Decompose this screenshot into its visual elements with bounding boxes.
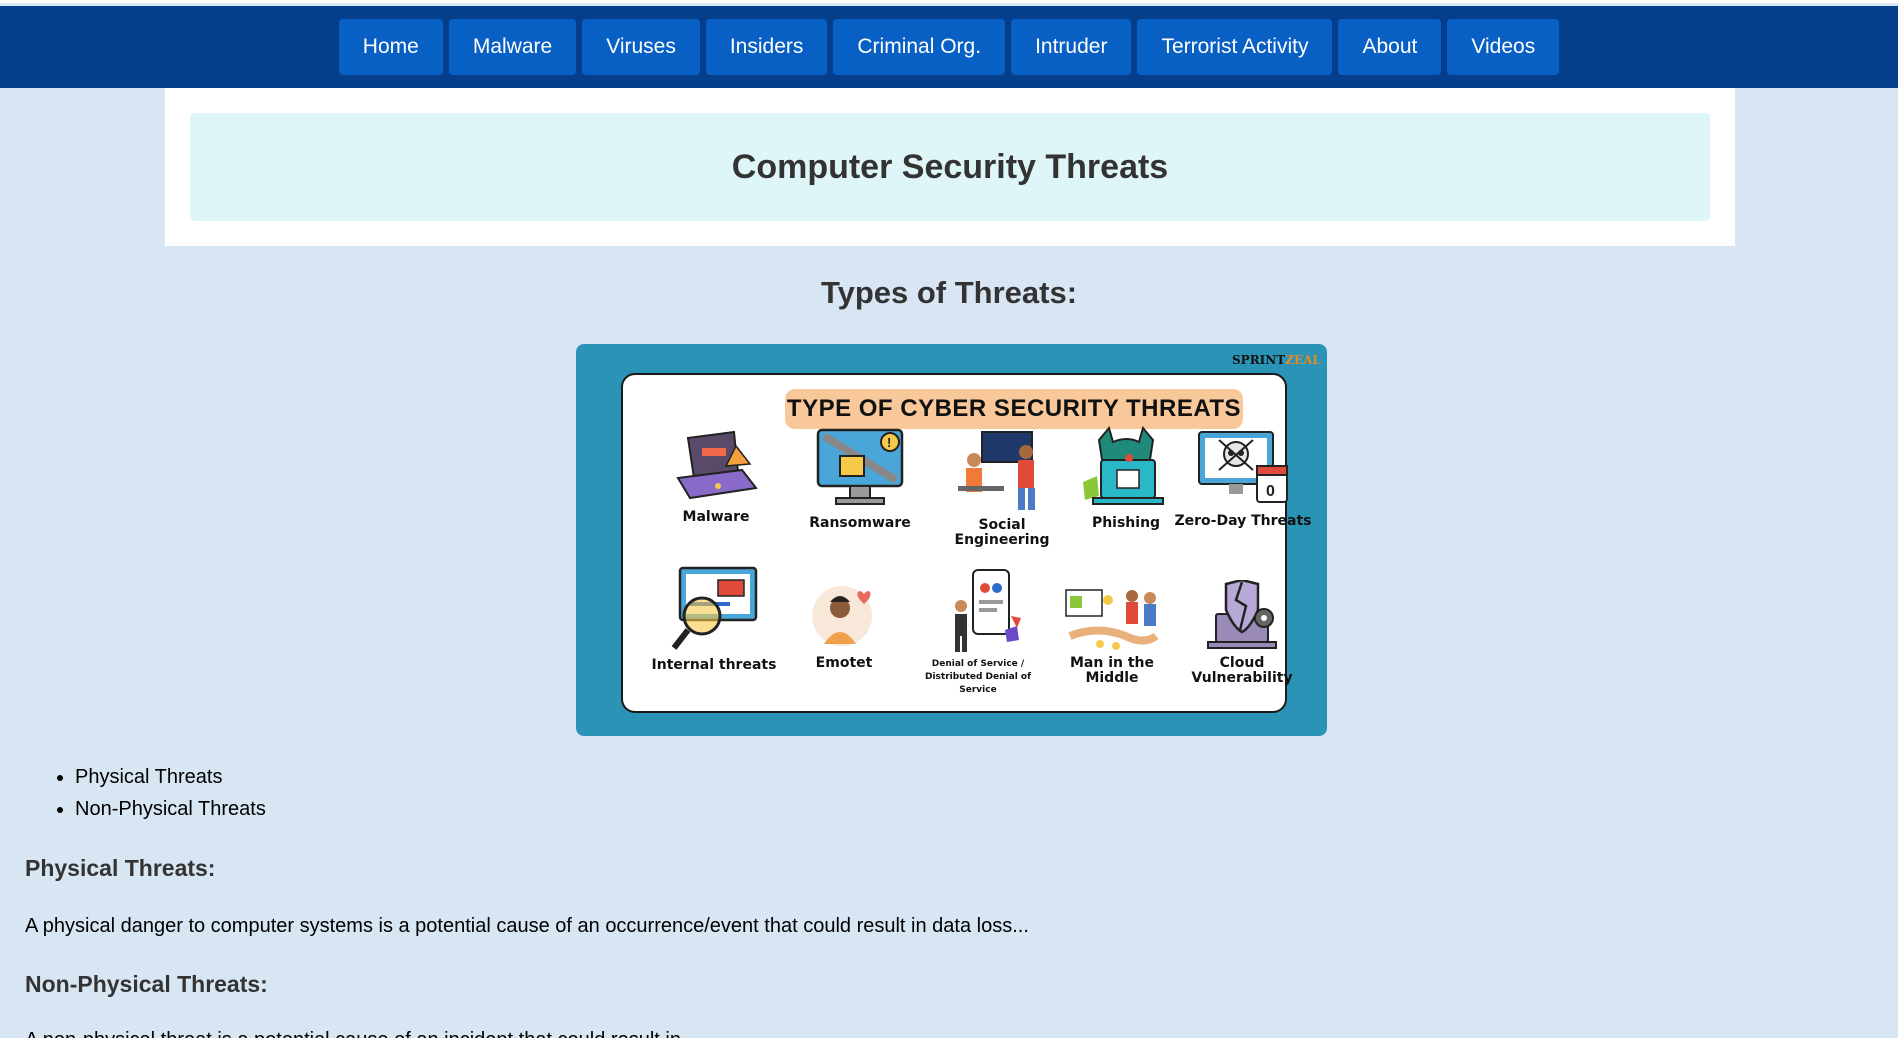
threat-cloud-vulnerability: Cloud Vulnerability (1172, 580, 1312, 686)
list-item: Non-Physical Threats (75, 797, 266, 829)
top-navbar: Home Malware Viruses Insiders Criminal O… (0, 6, 1898, 88)
laptop-malware-icon (676, 430, 758, 500)
monitor-chain-lock-icon: ! (816, 428, 904, 505)
list-item: Physical Threats (75, 765, 266, 797)
hacker-laptop-icon (1083, 426, 1164, 505)
threats-infographic: TYPE OF CYBER SECURITY THREATS SPRINTZEA… (576, 344, 1327, 736)
skull-monitor-calendar-icon: 0 (1198, 431, 1288, 503)
nav-malware[interactable]: Malware (448, 19, 577, 75)
threat-malware: Malware (646, 426, 786, 525)
nav-insiders[interactable]: Insiders (705, 19, 828, 75)
broken-shield-laptop-icon (1207, 580, 1277, 649)
section-heading: Types of Threats: (820, 275, 1078, 310)
brand-logo: SPRINTZEAL (1232, 353, 1321, 367)
phone-user-icon (955, 569, 1021, 652)
magnifier-monitor-bug-icon (671, 566, 758, 650)
threat-zero-day: 0 Zero-Day Threats (1173, 428, 1313, 529)
nav-about[interactable]: About (1338, 19, 1442, 75)
nav-criminal-org[interactable]: Criminal Org. (833, 19, 1006, 75)
header-card: Computer Security Threats (165, 88, 1735, 246)
threat-mitm: Man in the Middle (1042, 580, 1182, 686)
svg-text:!: ! (887, 435, 891, 450)
page-title: Computer Security Threats (731, 147, 1169, 186)
threat-emotet: Emotet (774, 580, 914, 671)
threat-internal: Internal threats (644, 564, 784, 673)
nav-videos[interactable]: Videos (1447, 19, 1560, 75)
people-desk-icon (958, 431, 1035, 510)
nav-viruses[interactable]: Viruses (582, 19, 700, 75)
title-box: Computer Security Threats (190, 113, 1710, 221)
non-physical-threats-heading: Non-Physical Threats: (25, 971, 268, 997)
threat-categories-list: Physical Threats Non-Physical Threats (75, 765, 266, 829)
non-physical-threats-text: A non-physical threat is a potential cau… (25, 1029, 681, 1038)
nav-terrorist-activity[interactable]: Terrorist Activity (1137, 19, 1333, 75)
nav-intruder[interactable]: Intruder (1011, 19, 1132, 75)
svg-text:0: 0 (1266, 483, 1275, 500)
threat-ransomware: ! Ransomware (790, 424, 930, 531)
people-exchange-icon (1065, 589, 1159, 650)
physical-threats-heading: Physical Threats: (25, 855, 216, 881)
nav-home[interactable]: Home (338, 19, 443, 75)
infographic-banner: TYPE OF CYBER SECURITY THREATS (785, 389, 1243, 429)
threat-dos: Denial of Service / Distributed Denial o… (908, 566, 1048, 697)
threat-social-engineering: Social Engineering (932, 430, 1072, 548)
person-heart-icon (812, 586, 872, 646)
physical-threats-text: A physical danger to computer systems is… (25, 915, 1029, 937)
